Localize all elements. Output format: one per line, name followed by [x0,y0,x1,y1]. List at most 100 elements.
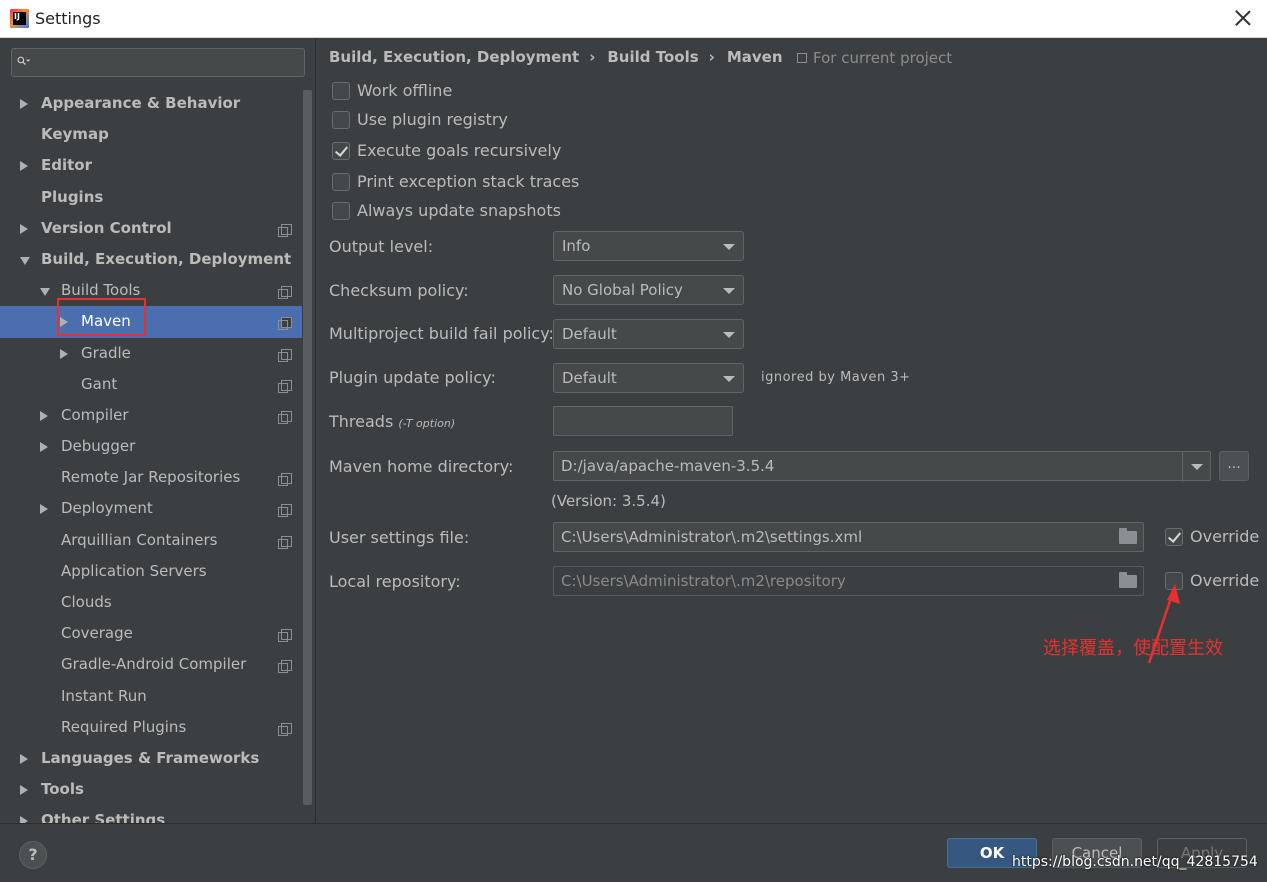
sidebar-item-gradle[interactable]: Gradle [0,338,302,369]
sidebar-item-maven[interactable]: Maven [0,306,302,338]
settings-tree: Appearance & Behavior Keymap Editor Plugins… [0,88,302,823]
search-input[interactable] [11,48,305,77]
sidebar-item-clouds[interactable]: Clouds [0,587,302,618]
sidebar-item-label: Instant Run [61,686,147,705]
checkbox-box[interactable] [332,173,350,191]
sidebar-item-application-servers[interactable]: Application Servers [0,556,302,587]
sidebar-item-remote-jar-repositories[interactable]: Remote Jar Repositories [0,462,302,493]
expand-down-icon[interactable] [20,256,30,265]
project-scope-icon [278,722,292,736]
multiproject-policy-dropdown[interactable]: Default [553,319,744,349]
chevron-down-icon [723,288,735,294]
project-scope-icon [278,317,292,331]
highlight-annotation-box [57,298,146,336]
sidebar-item-label: Languages & Frameworks [41,748,260,767]
local-repository-value: C:\Users\Administrator\.m2\repository [561,572,846,590]
dialog-footer: ? OK Cancel Apply https://blog.csdn.net/… [0,823,1267,882]
checkbox-box[interactable] [332,111,350,129]
expand-right-icon[interactable] [20,785,28,796]
expand-right-icon[interactable] [20,161,28,172]
project-scope-icon [278,504,292,518]
sidebar-item-languages-frameworks[interactable]: Languages & Frameworks [0,743,302,774]
expand-right-icon[interactable] [20,223,28,234]
threads-hint: (-T option) [398,417,456,430]
plugin-update-note: ignored by Maven 3+ [761,370,911,385]
sidebar-item-build-execution-deployment[interactable]: Build, Execution, Deployment [0,244,302,275]
breadcrumb: Build, Execution, Deployment › Build Tools… [329,48,793,66]
dropdown-value: Info [562,237,591,255]
sidebar-item-label: Build, Execution, Deployment [41,249,292,268]
folder-icon[interactable] [1119,572,1137,588]
sidebar-item-build-tools[interactable]: Build Tools [0,275,302,306]
user-settings-label: User settings file: [329,528,470,547]
sidebar-item-label: Compiler [61,405,129,424]
checkbox-box[interactable] [332,202,350,220]
checkbox-label: Execute goals recursively [357,141,562,160]
sidebar-item-arquillian-containers[interactable]: Arquillian Containers [0,525,302,556]
maven-home-browse-button[interactable]: ... [1219,451,1249,481]
for-current-project-label: For current project [813,49,953,67]
maven-home-label: Maven home directory: [329,457,514,476]
output-level-dropdown[interactable]: Info [553,231,744,261]
breadcrumb-item: Build Tools [607,48,699,66]
watermark-text: https://blog.csdn.net/qq_42815754 [1012,854,1258,870]
project-scope-icon [278,348,292,362]
sidebar-item-gant[interactable]: Gant [0,369,302,400]
close-icon[interactable] [1233,8,1253,28]
checkbox-box[interactable] [332,82,350,100]
local-repository-label: Local repository: [329,572,461,591]
sidebar-item-label: Application Servers [61,561,207,580]
sidebar-item-label: Clouds [61,593,112,611]
checksum-policy-dropdown[interactable]: No Global Policy [553,275,744,305]
expand-right-icon[interactable] [20,99,28,109]
expand-right-icon[interactable] [40,410,48,421]
sidebar-item-label: Plugins [41,187,104,206]
sidebar-item-instant-run[interactable]: Instant Run [0,681,302,712]
maven-home-combo[interactable]: D:/java/apache-maven-3.5.4 [553,451,1211,482]
expand-right-icon[interactable] [40,504,48,515]
expand-down-icon[interactable] [40,288,50,297]
sidebar-item-compiler[interactable]: Compiler [0,400,302,431]
multiproject-policy-label: Multiproject build fail policy: [329,324,554,343]
sidebar-item-appearance-behavior[interactable]: Appearance & Behavior [0,88,302,119]
maven-home-value: D:/java/apache-maven-3.5.4 [561,457,775,475]
expand-right-icon[interactable] [40,442,48,453]
plugin-update-policy-dropdown[interactable]: Default [553,363,744,393]
maven-version-text: (Version: 3.5.4) [551,492,666,510]
sidebar-item-label: Other Settings [41,811,166,823]
sidebar-item-label: Tools [41,780,84,799]
sidebar-item-deployment[interactable]: Deployment [0,493,302,524]
sidebar-item-keymap[interactable]: Keymap [0,119,302,150]
dropdown-value: Default [562,325,617,343]
help-button[interactable]: ? [19,841,47,869]
project-scope-icon [278,473,292,487]
expand-right-icon[interactable] [20,753,28,764]
expand-right-icon[interactable] [60,348,68,359]
sidebar-item-label: Remote Jar Repositories [61,468,241,487]
breadcrumb-separator: › [589,48,596,66]
sidebar-item-version-control[interactable]: Version Control [0,213,302,244]
threads-input[interactable] [553,406,733,436]
local-repository-input[interactable]: C:\Users\Administrator\.m2\repository [553,566,1144,596]
sidebar-item-other-settings[interactable]: Other Settings [0,805,302,823]
checkbox-label: Override [1190,527,1260,546]
expand-right-icon[interactable] [20,816,28,823]
threads-label: Threads (-T option) [329,412,455,431]
sidebar-item-coverage[interactable]: Coverage [0,618,302,649]
checkbox-box[interactable] [332,142,350,160]
user-settings-input[interactable]: C:\Users\Administrator\.m2\settings.xml [553,522,1144,552]
sidebar-item-editor[interactable]: Editor [0,150,302,181]
folder-icon[interactable] [1119,528,1137,544]
sidebar-item-plugins[interactable]: Plugins [0,182,302,213]
project-scope-icon [278,379,292,393]
annotation-text: 选择覆盖，使配置生效 [1043,638,1223,659]
chevron-down-icon[interactable] [1182,452,1210,482]
sidebar-item-required-plugins[interactable]: Required Plugins [0,712,302,743]
sidebar-item-gradle-android-compiler[interactable]: Gradle-Android Compiler [0,649,302,680]
scrollbar-thumb[interactable] [303,90,312,805]
sidebar-item-debugger[interactable]: Debugger [0,431,302,462]
breadcrumb-item: Maven [726,48,783,66]
sidebar-item-tools[interactable]: Tools [0,774,302,805]
checkbox-box[interactable] [1165,528,1183,546]
checkbox-label: Always update snapshots [357,201,561,220]
